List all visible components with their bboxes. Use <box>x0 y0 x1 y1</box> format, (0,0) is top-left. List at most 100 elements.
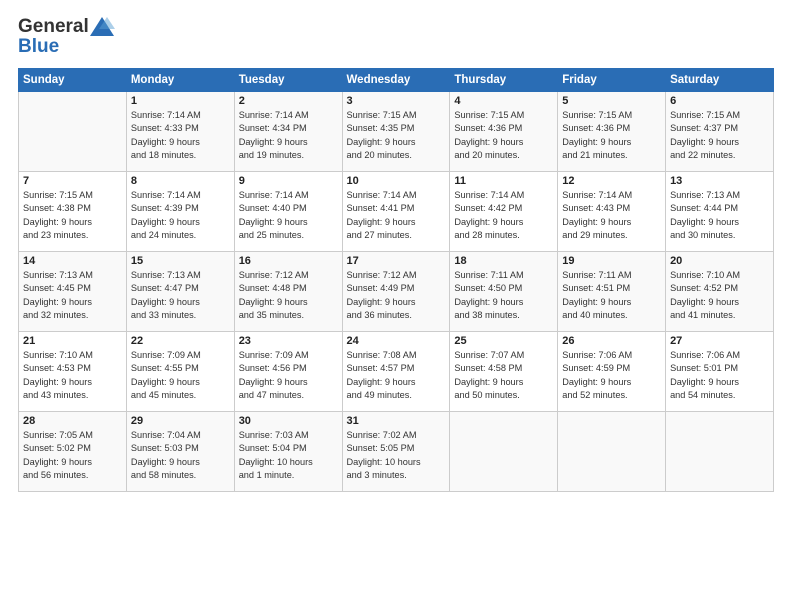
day-info: Sunrise: 7:14 AMSunset: 4:34 PMDaylight:… <box>239 109 338 162</box>
calendar-cell: 31 Sunrise: 7:02 AMSunset: 5:05 PMDayligh… <box>342 412 450 492</box>
calendar-cell: 29Sunrise: 7:04 AMSunset: 5:03 PMDayligh… <box>126 412 234 492</box>
day-number: 17 <box>347 255 446 267</box>
day-info: Sunrise: 7:02 AMSunset: 5:05 PMDaylight:… <box>347 429 446 482</box>
day-header-sunday: Sunday <box>19 69 127 92</box>
calendar-cell: 30 Sunrise: 7:03 AMSunset: 5:04 PMDayligh… <box>234 412 342 492</box>
day-number: 28 <box>23 415 122 427</box>
day-info: Sunrise: 7:08 AMSunset: 4:57 PMDaylight:… <box>347 349 446 402</box>
calendar-cell: 25 Sunrise: 7:07 AMSunset: 4:58 PMDayligh… <box>450 332 558 412</box>
day-number: 30 <box>239 415 338 427</box>
calendar-week-row: 1Sunrise: 7:14 AMSunset: 4:33 PMDaylight… <box>19 92 774 172</box>
day-number: 18 <box>454 255 553 267</box>
day-header-wednesday: Wednesday <box>342 69 450 92</box>
calendar-cell: 6 Sunrise: 7:15 AMSunset: 4:37 PMDaylight… <box>666 92 774 172</box>
calendar-cell: 7 Sunrise: 7:15 AMSunset: 4:38 PMDaylight… <box>19 172 127 252</box>
day-info: Sunrise: 7:06 AMSunset: 5:01 PMDaylight:… <box>670 349 769 402</box>
day-info: Sunrise: 7:13 AMSunset: 4:44 PMDaylight:… <box>670 189 769 242</box>
day-info: Sunrise: 7:12 AMSunset: 4:48 PMDaylight:… <box>239 269 338 322</box>
calendar-cell <box>450 412 558 492</box>
calendar-cell: 24 Sunrise: 7:08 AMSunset: 4:57 PMDayligh… <box>342 332 450 412</box>
page-header: General Blue <box>18 16 774 58</box>
day-info: Sunrise: 7:14 AMSunset: 4:40 PMDaylight:… <box>239 189 338 242</box>
day-info: Sunrise: 7:15 AMSunset: 4:37 PMDaylight:… <box>670 109 769 162</box>
day-header-monday: Monday <box>126 69 234 92</box>
day-header-friday: Friday <box>558 69 666 92</box>
day-number: 22 <box>131 335 230 347</box>
day-number: 6 <box>670 95 769 107</box>
day-info: Sunrise: 7:09 AMSunset: 4:56 PMDaylight:… <box>239 349 338 402</box>
day-info: Sunrise: 7:11 AMSunset: 4:51 PMDaylight:… <box>562 269 661 322</box>
calendar-cell: 20 Sunrise: 7:10 AMSunset: 4:52 PMDayligh… <box>666 252 774 332</box>
calendar-cell: 11 Sunrise: 7:14 AMSunset: 4:42 PMDayligh… <box>450 172 558 252</box>
logo-icon <box>89 16 115 38</box>
day-number: 21 <box>23 335 122 347</box>
day-number: 12 <box>562 175 661 187</box>
day-number: 24 <box>347 335 446 347</box>
day-info: Sunrise: 7:15 AMSunset: 4:35 PMDaylight:… <box>347 109 446 162</box>
calendar-cell: 2 Sunrise: 7:14 AMSunset: 4:34 PMDaylight… <box>234 92 342 172</box>
day-info: Sunrise: 7:14 AMSunset: 4:42 PMDaylight:… <box>454 189 553 242</box>
calendar-cell: 23 Sunrise: 7:09 AMSunset: 4:56 PMDayligh… <box>234 332 342 412</box>
day-info: Sunrise: 7:04 AMSunset: 5:03 PMDaylight:… <box>131 429 230 482</box>
day-info: Sunrise: 7:06 AMSunset: 4:59 PMDaylight:… <box>562 349 661 402</box>
day-number: 15 <box>131 255 230 267</box>
day-number: 31 <box>347 415 446 427</box>
day-number: 8 <box>131 175 230 187</box>
day-number: 9 <box>239 175 338 187</box>
day-info: Sunrise: 7:13 AMSunset: 4:45 PMDaylight:… <box>23 269 122 322</box>
day-info: Sunrise: 7:10 AMSunset: 4:52 PMDaylight:… <box>670 269 769 322</box>
calendar-cell: 1Sunrise: 7:14 AMSunset: 4:33 PMDaylight… <box>126 92 234 172</box>
calendar-cell: 19 Sunrise: 7:11 AMSunset: 4:51 PMDayligh… <box>558 252 666 332</box>
day-number: 19 <box>562 255 661 267</box>
day-info: Sunrise: 7:15 AMSunset: 4:38 PMDaylight:… <box>23 189 122 242</box>
day-number: 7 <box>23 175 122 187</box>
day-number: 14 <box>23 255 122 267</box>
calendar-cell: 14 Sunrise: 7:13 AMSunset: 4:45 PMDayligh… <box>19 252 127 332</box>
day-info: Sunrise: 7:09 AMSunset: 4:55 PMDaylight:… <box>131 349 230 402</box>
day-info: Sunrise: 7:14 AMSunset: 4:41 PMDaylight:… <box>347 189 446 242</box>
day-info: Sunrise: 7:10 AMSunset: 4:53 PMDaylight:… <box>23 349 122 402</box>
calendar-cell: 17 Sunrise: 7:12 AMSunset: 4:49 PMDayligh… <box>342 252 450 332</box>
day-number: 10 <box>347 175 446 187</box>
day-number: 13 <box>670 175 769 187</box>
day-info: Sunrise: 7:07 AMSunset: 4:58 PMDaylight:… <box>454 349 553 402</box>
day-header-saturday: Saturday <box>666 69 774 92</box>
day-number: 23 <box>239 335 338 347</box>
calendar-table: SundayMondayTuesdayWednesdayThursdayFrid… <box>18 68 774 492</box>
calendar-cell: 27 Sunrise: 7:06 AMSunset: 5:01 PMDayligh… <box>666 332 774 412</box>
calendar-week-row: 21 Sunrise: 7:10 AMSunset: 4:53 PMDayligh… <box>19 332 774 412</box>
calendar-cell: 18 Sunrise: 7:11 AMSunset: 4:50 PMDayligh… <box>450 252 558 332</box>
calendar-week-row: 7 Sunrise: 7:15 AMSunset: 4:38 PMDaylight… <box>19 172 774 252</box>
day-info: Sunrise: 7:03 AMSunset: 5:04 PMDaylight:… <box>239 429 338 482</box>
calendar-week-row: 28 Sunrise: 7:05 AMSunset: 5:02 PMDayligh… <box>19 412 774 492</box>
day-info: Sunrise: 7:05 AMSunset: 5:02 PMDaylight:… <box>23 429 122 482</box>
day-header-thursday: Thursday <box>450 69 558 92</box>
day-number: 20 <box>670 255 769 267</box>
day-number: 27 <box>670 335 769 347</box>
day-number: 25 <box>454 335 553 347</box>
calendar-cell: 15Sunrise: 7:13 AMSunset: 4:47 PMDayligh… <box>126 252 234 332</box>
calendar-header-row: SundayMondayTuesdayWednesdayThursdayFrid… <box>19 69 774 92</box>
day-number: 2 <box>239 95 338 107</box>
logo: General Blue <box>18 16 115 58</box>
day-info: Sunrise: 7:12 AMSunset: 4:49 PMDaylight:… <box>347 269 446 322</box>
calendar-cell: 8Sunrise: 7:14 AMSunset: 4:39 PMDaylight… <box>126 172 234 252</box>
calendar-cell: 16Sunrise: 7:12 AMSunset: 4:48 PMDayligh… <box>234 252 342 332</box>
logo-blue-text: Blue <box>18 36 59 57</box>
calendar-cell: 10 Sunrise: 7:14 AMSunset: 4:41 PMDayligh… <box>342 172 450 252</box>
calendar-week-row: 14 Sunrise: 7:13 AMSunset: 4:45 PMDayligh… <box>19 252 774 332</box>
calendar-cell: 28 Sunrise: 7:05 AMSunset: 5:02 PMDayligh… <box>19 412 127 492</box>
day-info: Sunrise: 7:15 AMSunset: 4:36 PMDaylight:… <box>454 109 553 162</box>
day-info: Sunrise: 7:14 AMSunset: 4:33 PMDaylight:… <box>131 109 230 162</box>
day-info: Sunrise: 7:15 AMSunset: 4:36 PMDaylight:… <box>562 109 661 162</box>
day-number: 11 <box>454 175 553 187</box>
calendar-cell: 3Sunrise: 7:15 AMSunset: 4:35 PMDaylight… <box>342 92 450 172</box>
day-info: Sunrise: 7:14 AMSunset: 4:43 PMDaylight:… <box>562 189 661 242</box>
calendar-cell: 5Sunrise: 7:15 AMSunset: 4:36 PMDaylight… <box>558 92 666 172</box>
calendar-cell: 4 Sunrise: 7:15 AMSunset: 4:36 PMDaylight… <box>450 92 558 172</box>
day-number: 4 <box>454 95 553 107</box>
day-number: 26 <box>562 335 661 347</box>
day-info: Sunrise: 7:11 AMSunset: 4:50 PMDaylight:… <box>454 269 553 322</box>
calendar-cell: 21 Sunrise: 7:10 AMSunset: 4:53 PMDayligh… <box>19 332 127 412</box>
calendar-cell: 9 Sunrise: 7:14 AMSunset: 4:40 PMDaylight… <box>234 172 342 252</box>
